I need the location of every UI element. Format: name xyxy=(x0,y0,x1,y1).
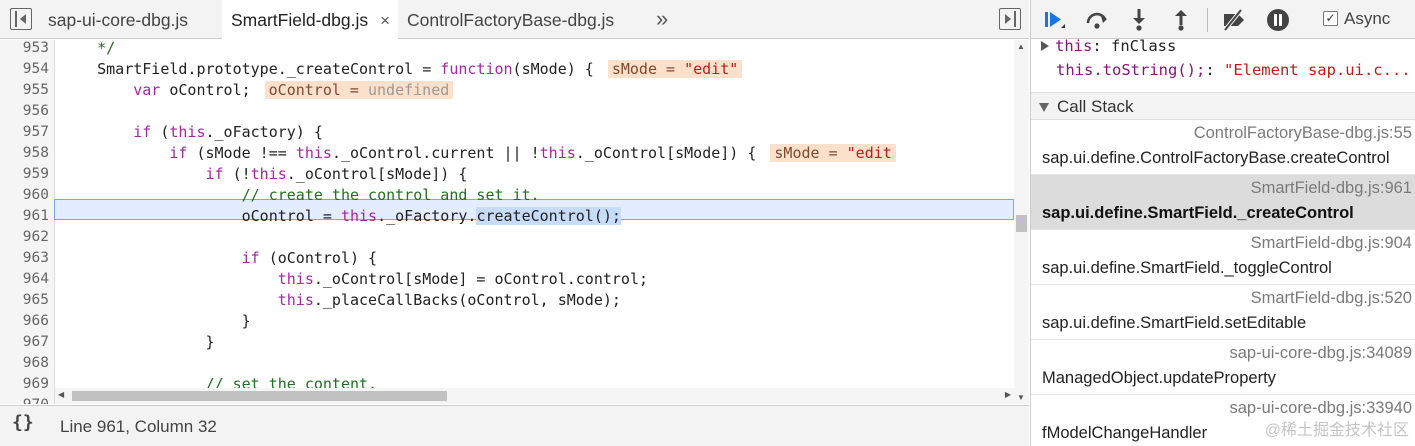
call-frame-location[interactable]: sap-ui-core-dbg.js:34089 xyxy=(1229,344,1412,363)
editor-status-bar: {} Line 961, Column 32 xyxy=(0,405,1029,446)
code-line: var oControl; oControl = undefined xyxy=(61,80,454,101)
line-number[interactable]: 958 xyxy=(0,143,49,164)
pretty-print-button[interactable]: {} xyxy=(12,412,34,433)
line-number[interactable]: 957 xyxy=(0,122,49,143)
call-frame[interactable]: SmartField-dbg.js:520 sap.ui.define.Smart… xyxy=(1031,285,1415,340)
toggle-debugger-sidebar-icon[interactable] xyxy=(999,8,1021,30)
code-line: } xyxy=(61,333,215,351)
tab-control-factory-base[interactable]: ControlFactoryBase-dbg.js xyxy=(398,0,638,39)
horizontal-scroll-thumb[interactable] xyxy=(72,391,447,401)
close-tab-icon[interactable]: × xyxy=(380,0,390,41)
line-number[interactable]: 963 xyxy=(0,248,49,269)
vertical-scrollbar[interactable]: ▲ ▼ xyxy=(1014,40,1029,404)
code-line: if (sMode !== this._oControl.current || … xyxy=(61,143,896,164)
scope-pane: this: fnClass this.toString();: "Element… xyxy=(1031,37,1415,92)
pause-on-exceptions-icon[interactable] xyxy=(1265,7,1291,33)
toggle-navigator-icon[interactable] xyxy=(10,8,32,30)
call-frame[interactable]: sap-ui-core-dbg.js:34089 ManagedObject.up… xyxy=(1031,340,1415,395)
call-frame[interactable]: SmartField-dbg.js:904 sap.ui.define.Smart… xyxy=(1031,230,1415,285)
call-frame-function: sap.ui.define.SmartField.setEditable xyxy=(1042,314,1307,332)
call-frame-function: sap.ui.define.SmartField._createControl xyxy=(1042,204,1354,222)
resume-icon[interactable] xyxy=(1041,7,1067,33)
debugger-toolbar: ✓ Async xyxy=(1031,0,1415,39)
debugger-sidebar: ✓ Async this: fnClass this.toString();: … xyxy=(1030,0,1415,446)
editor-tab-bar: sap-ui-core-dbg.js SmartField-dbg.js × Co… xyxy=(0,0,1029,40)
horizontal-scrollbar[interactable]: ◀ ▶ xyxy=(55,388,1014,404)
call-frame[interactable]: SmartField-dbg.js:961 sap.ui.define.Smart… xyxy=(1031,175,1415,230)
scroll-down-icon[interactable]: ▼ xyxy=(1017,393,1025,402)
call-stack-header[interactable]: Call Stack xyxy=(1031,92,1415,120)
toolbar-separator xyxy=(1207,8,1208,32)
line-number[interactable]: 955 xyxy=(0,80,49,101)
step-over-icon[interactable] xyxy=(1084,7,1110,33)
line-number[interactable]: 969 xyxy=(0,374,49,395)
scope-this-row[interactable]: this: fnClass xyxy=(1041,35,1176,57)
call-frame-function: ManagedObject.updateProperty xyxy=(1042,369,1276,387)
call-frame-location[interactable]: ControlFactoryBase-dbg.js:55 xyxy=(1194,124,1412,143)
tab-sap-ui-core[interactable]: sap-ui-core-dbg.js xyxy=(36,0,218,39)
tab-label: sap-ui-core-dbg.js xyxy=(48,10,189,30)
code-line: SmartField.prototype._createControl = fu… xyxy=(61,59,743,80)
line-number[interactable]: 961 xyxy=(0,206,49,227)
code-line: if (this._oFactory) { xyxy=(133,123,323,141)
collapse-arrow-icon[interactable] xyxy=(1039,103,1049,113)
more-tabs-icon[interactable]: » xyxy=(656,0,668,39)
call-frame-function: sap.ui.define.SmartField._toggleControl xyxy=(1042,259,1332,277)
line-number[interactable]: 970 xyxy=(0,395,49,404)
line-number[interactable]: 956 xyxy=(0,101,49,122)
inline-variable-value: oControl = undefined xyxy=(264,81,454,99)
current-call-highlight: createControl(); xyxy=(476,207,621,225)
line-number[interactable]: 954 xyxy=(0,59,49,80)
scroll-right-icon[interactable]: ▶ xyxy=(1005,390,1011,399)
async-label: Async xyxy=(1344,9,1391,28)
inline-variable-value: sMode = "edit xyxy=(770,144,896,162)
call-stack-title: Call Stack xyxy=(1057,97,1134,116)
deactivate-breakpoints-icon[interactable] xyxy=(1221,7,1247,33)
sources-editor-panel: sap-ui-core-dbg.js SmartField-dbg.js × Co… xyxy=(0,0,1029,446)
inline-variable-value: sMode = "edit" xyxy=(607,60,743,78)
tab-smartfield[interactable]: SmartField-dbg.js × xyxy=(222,0,398,40)
step-into-icon[interactable] xyxy=(1126,7,1152,33)
line-number[interactable]: 960 xyxy=(0,185,49,206)
line-number[interactable]: 966 xyxy=(0,311,49,332)
scope-watch-row[interactable]: this.toString();: "Element sap.ui.c... xyxy=(1056,59,1411,81)
call-frame-location[interactable]: SmartField-dbg.js:961 xyxy=(1251,179,1412,198)
async-checkbox[interactable]: ✓ xyxy=(1323,11,1338,26)
code-line: this._placeCallBacks(oControl, sMode); xyxy=(277,291,621,309)
call-stack-list: ControlFactoryBase-dbg.js:55 sap.ui.defin… xyxy=(1031,120,1415,446)
line-number[interactable]: 965 xyxy=(0,290,49,311)
tab-label: ControlFactoryBase-dbg.js xyxy=(407,10,615,30)
code-line: if (oControl) { xyxy=(241,249,378,267)
code-line: if (!this._oControl[sMode]) { xyxy=(205,165,468,183)
tab-label: SmartField-dbg.js xyxy=(231,10,369,30)
call-frame-location[interactable]: SmartField-dbg.js:904 xyxy=(1251,234,1412,253)
call-frame-function: sap.ui.define.ControlFactoryBase.createC… xyxy=(1042,149,1390,167)
code-line: } xyxy=(61,312,251,330)
line-number[interactable]: 967 xyxy=(0,332,49,353)
code-line: this._oControl[sMode] = oControl.control… xyxy=(277,270,649,288)
scroll-up-icon[interactable]: ▲ xyxy=(1017,42,1025,51)
code-editor[interactable]: 953 954 955 956 957 958 959 960 961 962 963 964 965 9… xyxy=(0,40,1029,404)
line-number[interactable]: 968 xyxy=(0,353,49,374)
line-number[interactable]: 959 xyxy=(0,164,49,185)
call-frame[interactable]: ControlFactoryBase-dbg.js:55 sap.ui.defin… xyxy=(1031,120,1415,175)
step-out-icon[interactable] xyxy=(1168,7,1194,33)
cursor-position: Line 961, Column 32 xyxy=(60,417,217,436)
scroll-left-icon[interactable]: ◀ xyxy=(58,390,64,399)
line-number[interactable]: 964 xyxy=(0,269,49,290)
code-line: */ xyxy=(61,40,116,57)
watermark: @稀土掘金技术社区 xyxy=(1264,422,1409,439)
vertical-scroll-thumb[interactable] xyxy=(1016,215,1027,232)
call-frame-function: fModelChangeHandler xyxy=(1042,424,1208,442)
code-line: oControl = this._oFactory.createControl(… xyxy=(61,207,621,225)
call-frame-location[interactable]: SmartField-dbg.js:520 xyxy=(1251,289,1412,308)
line-number[interactable]: 953 xyxy=(0,40,49,59)
line-number[interactable]: 962 xyxy=(0,227,49,248)
line-number-gutter[interactable]: 953 954 955 956 957 958 959 960 961 962 963 964 965 9… xyxy=(0,40,55,404)
code-line: // create the control and set it. xyxy=(61,186,540,204)
expand-arrow-icon[interactable] xyxy=(1041,41,1049,51)
